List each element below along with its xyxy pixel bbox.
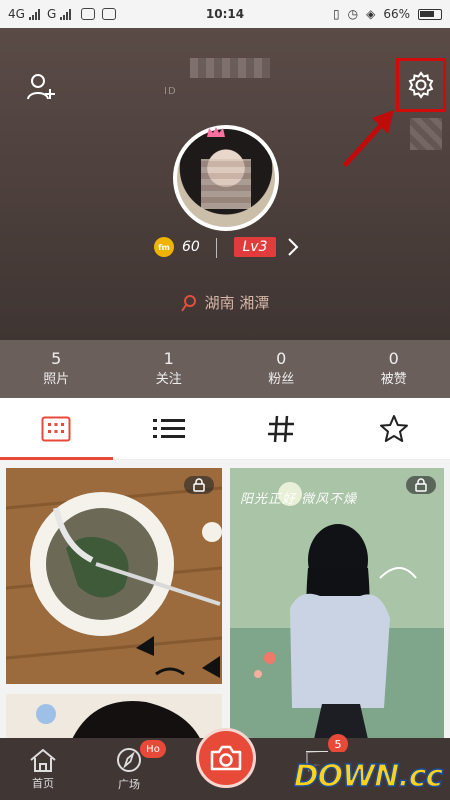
coin-icon: fm — [154, 237, 174, 257]
coin-balance[interactable]: fm 60 — [154, 236, 200, 258]
lock-icon — [184, 476, 214, 494]
stat-value: 0 — [388, 349, 399, 368]
avatar-face-blurred — [201, 159, 251, 209]
nav-home[interactable]: 首页 — [0, 738, 86, 800]
gear-icon — [408, 71, 434, 99]
stats-bar: 5 照片 1 关注 0 粉丝 0 被赞 — [0, 340, 450, 398]
stat-label: 粉丝 — [268, 372, 295, 387]
grid-icon — [41, 416, 71, 441]
profile-screen: 4G G 10:14 ▯ ◷ ◈ 66% ID fm 60 Lv3 湖南 湘潭 … — [0, 0, 450, 800]
wifi-icon: ◈ — [366, 7, 376, 21]
user-id: ID — [164, 86, 177, 97]
photo-overlay-text: 阳光正好 微风不燥 — [240, 492, 358, 507]
camera-icon — [210, 745, 242, 771]
stat-value: 1 — [163, 349, 174, 368]
level-badge[interactable]: Lv3 — [234, 237, 276, 257]
star-icon — [379, 414, 408, 442]
view-tabs — [0, 398, 450, 460]
settings-button[interactable] — [396, 58, 446, 112]
nav-square[interactable]: 广场 Ho — [86, 738, 172, 800]
hashtag-icon — [268, 415, 295, 442]
soup-bowl-image — [6, 468, 222, 684]
signal-icon-2 — [60, 8, 72, 20]
camera-button[interactable] — [196, 728, 256, 788]
network-label-2: G — [46, 7, 57, 21]
weibo-icon — [81, 8, 96, 20]
add-friend-icon[interactable] — [26, 72, 56, 102]
app-notification-icon — [102, 8, 117, 20]
location: 湖南 湘潭 — [0, 292, 450, 313]
blurred-thumbnail — [410, 118, 442, 150]
photo-grid: 阳光正好 微风不燥 — [0, 460, 450, 754]
alarm-icon: ◷ — [347, 7, 359, 21]
stat-divider — [216, 238, 217, 258]
stat-label: 关注 — [155, 372, 182, 387]
battery-icon — [418, 8, 442, 20]
stat-label: 照片 — [43, 372, 70, 387]
stat-likes[interactable]: 0 被赞 — [338, 340, 450, 398]
stat-label: 被赞 — [380, 372, 407, 387]
avatar[interactable] — [173, 125, 279, 231]
compass-icon — [117, 748, 141, 772]
vibrate-icon: ▯ — [333, 7, 340, 21]
tab-topics[interactable] — [225, 398, 338, 459]
annotation-arrow-icon — [343, 110, 394, 167]
home-icon — [30, 748, 56, 772]
watermark-logo: DOWN.cc — [290, 752, 446, 800]
nav-home-label: 首页 — [32, 777, 54, 790]
battery-percent: 66% — [383, 7, 410, 21]
status-bar: 4G G 10:14 ▯ ◷ ◈ 66% — [0, 0, 450, 28]
profile-header: ID fm 60 Lv3 湖南 湘潭 — [0, 28, 450, 358]
tab-favorites[interactable] — [338, 398, 450, 459]
status-left: 4G G — [8, 7, 178, 21]
signal-icon — [28, 8, 40, 20]
tab-list[interactable] — [113, 398, 226, 459]
nav-square-label: 广场 — [118, 778, 140, 791]
network-label: 4G — [8, 7, 25, 21]
watermark-text: DOWN.cc — [293, 758, 444, 795]
stat-following[interactable]: 1 关注 — [113, 340, 226, 398]
message-count-badge: 5 — [328, 734, 348, 754]
location-text: 湖南 湘潭 — [204, 294, 270, 312]
hot-badge: Ho — [140, 740, 166, 758]
photo-tile[interactable] — [6, 468, 222, 684]
status-right: ▯ ◷ ◈ 66% — [333, 7, 442, 21]
lock-icon — [406, 476, 436, 494]
stat-value: 0 — [276, 349, 287, 368]
chevron-right-icon[interactable] — [286, 236, 300, 258]
girl-photo-image — [230, 468, 444, 748]
crown-icon — [207, 127, 225, 137]
stat-followers[interactable]: 0 粉丝 — [225, 340, 338, 398]
coin-count: 60 — [182, 239, 200, 255]
location-pin-icon — [180, 294, 196, 312]
tab-grid[interactable] — [0, 398, 113, 460]
username-blurred — [190, 58, 270, 78]
stat-photos[interactable]: 5 照片 — [0, 340, 113, 398]
stat-value: 5 — [51, 349, 62, 368]
list-icon — [152, 418, 185, 438]
photo-tile[interactable]: 阳光正好 微风不燥 — [230, 468, 444, 748]
